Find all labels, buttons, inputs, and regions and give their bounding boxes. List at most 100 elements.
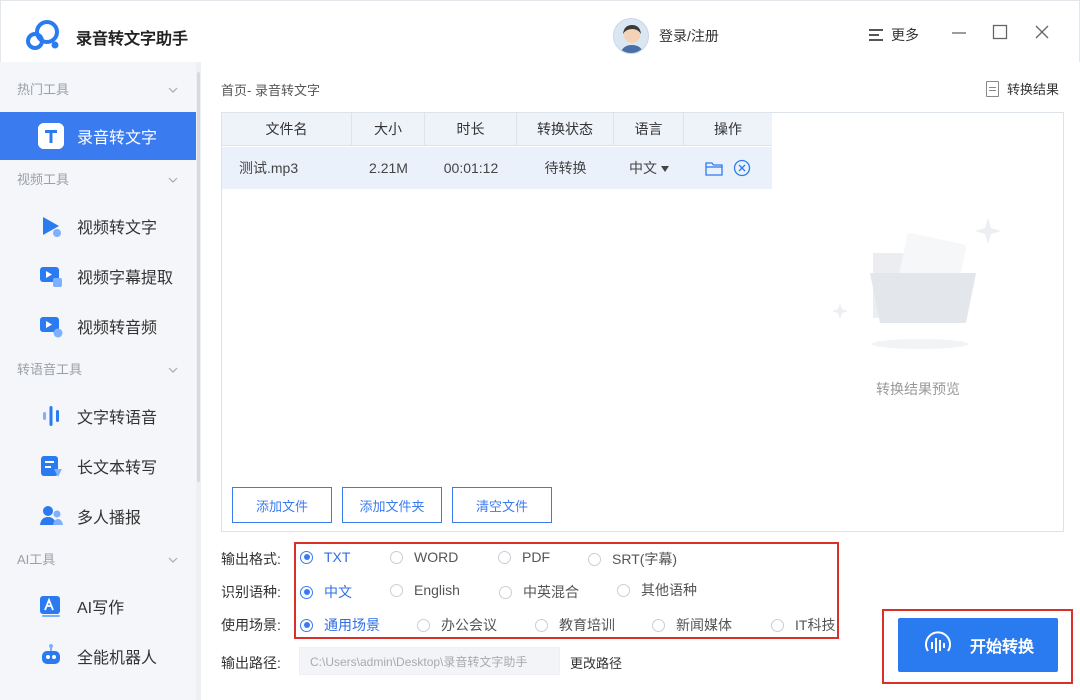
sidebar-item-label: 视频字幕提取 [77,270,174,287]
soundwave-icon [38,403,64,429]
login-label: 登录/注册 [659,28,719,44]
sidebar-item-label: 全能机器人 [77,650,158,667]
language-option-other[interactable]: 其他语种 [617,580,697,600]
sidebar-item-robot[interactable]: 全能机器人 [0,632,196,680]
sidebar-scrollbar[interactable] [197,72,200,482]
column-header-size: 大小 [352,113,425,146]
option-label: PDF [522,549,550,565]
voice-wave-icon [925,631,951,653]
language-option-mixed[interactable]: 中英混合 [499,582,579,602]
radio-icon [499,585,512,599]
table-row[interactable]: 测试.mp3 2.21M 00:01:12 待转换 中文 [222,147,772,189]
option-label: 通用场景 [324,617,380,633]
radio-icon [617,583,630,597]
option-label: 其他语种 [641,582,697,598]
more-menu-button[interactable]: 更多 [869,25,919,45]
add-file-button[interactable]: 添加文件 [232,487,332,523]
title-bar: 录音转文字助手 登录/注册 更多 [0,0,1080,62]
format-option-word[interactable]: WORD [390,549,458,565]
document-icon [986,80,999,97]
maximize-icon[interactable] [991,23,1009,41]
radio-icon [417,618,430,632]
multi-speaker-icon [38,503,64,529]
column-header-actions: 操作 [714,121,742,137]
radio-icon [390,583,403,597]
output-path-label: 输出路径: [221,655,281,671]
language-value: 中文 [629,160,657,176]
option-label: SRT(字幕) [612,551,678,567]
section-label: 转语音工具 [17,362,83,377]
radio-checked-icon [300,550,313,564]
clear-files-button[interactable]: 清空文件 [452,487,552,523]
option-label: 办公会议 [441,617,497,633]
file-name: 测试.mp3 [239,160,299,176]
scene-option-it[interactable]: IT科技 [771,615,835,635]
sidebar: 热门工具 录音转文字 视频工具 视频转文字 视频字幕提取 视频转音频 转语音工具 [0,62,201,700]
option-label: TXT [324,549,351,565]
conversion-result-link[interactable]: 转换结果 [986,79,1059,98]
sidebar-item-label: 视频转音频 [77,320,158,337]
radio-checked-icon [300,585,313,599]
language-option-english[interactable]: English [390,582,460,598]
option-label: 中文 [324,584,352,600]
sidebar-item-label: 视频转文字 [77,220,158,237]
sidebar-item-ai-writing[interactable]: AI写作 [0,582,196,630]
column-header-status: 转换状态 [517,113,614,146]
change-path-button[interactable]: 更改路径 [570,653,622,672]
recognition-language-label: 识别语种: [221,584,281,600]
format-option-pdf[interactable]: PDF [498,549,550,565]
chevron-down-icon [168,557,178,563]
scene-option-news[interactable]: 新闻媒体 [652,615,732,635]
file-duration: 00:01:12 [443,160,499,176]
login-button[interactable]: 登录/注册 [613,18,719,54]
radio-icon [652,618,665,632]
language-option-chinese[interactable]: 中文 [300,582,352,602]
section-ai-tools[interactable]: AI工具 [0,546,196,574]
file-size: 2.21M [369,160,408,176]
language-dropdown[interactable]: 中文 [614,147,684,189]
sidebar-item-subtitle-extract[interactable]: 视频字幕提取 [0,252,196,300]
section-speech-tools[interactable]: 转语音工具 [0,356,196,384]
sidebar-item-long-text[interactable]: 长文本转写 [0,442,196,490]
table-header: 文件名 大小 时长 转换状态 语言 操作 [222,113,772,146]
output-path-field[interactable] [299,647,560,675]
close-icon[interactable] [1033,23,1051,41]
scene-option-general[interactable]: 通用场景 [300,615,380,635]
user-avatar-icon [620,25,644,53]
section-video-tools[interactable]: 视频工具 [0,166,196,194]
app-logo-icon [26,20,59,50]
caret-down-icon [661,166,669,173]
option-label: 中英混合 [523,584,579,600]
radio-icon [390,550,403,564]
start-conversion-button[interactable]: 开始转换 [898,618,1058,672]
breadcrumb: 首页- 录音转文字 [221,83,320,98]
radio-icon [588,552,601,566]
add-folder-button[interactable]: 添加文件夹 [342,487,442,523]
format-option-txt[interactable]: TXT [300,549,350,565]
sidebar-item-multi-speaker[interactable]: 多人播报 [0,492,196,540]
menu-lines-icon [869,29,883,41]
remove-file-icon[interactable] [733,159,751,177]
format-option-srt[interactable]: SRT(字幕) [588,549,677,569]
option-label: English [414,582,460,598]
result-preview-panel: 转换结果预览 [772,112,1064,532]
radio-icon [535,618,548,632]
open-folder-icon[interactable] [705,160,723,176]
sidebar-item-video-to-audio[interactable]: 视频转音频 [0,302,196,350]
scene-option-education[interactable]: 教育培训 [535,615,615,635]
sidebar-item-text-to-speech[interactable]: 文字转语音 [0,392,196,440]
sidebar-item-audio-to-text[interactable]: 录音转文字 [0,112,196,160]
section-hot-tools[interactable]: 热门工具 [0,76,196,104]
video-audio-icon [38,313,64,339]
chevron-down-icon [168,87,178,93]
sidebar-item-video-to-text[interactable]: 视频转文字 [0,202,196,250]
minimize-icon[interactable] [950,23,968,41]
sidebar-item-label: 长文本转写 [77,460,158,477]
usage-scene-label: 使用场景: [221,617,281,633]
file-status: 待转换 [544,160,587,176]
empty-folder-illustration-icon [832,218,1001,349]
scene-option-meeting[interactable]: 办公会议 [417,615,497,635]
radio-icon [771,618,784,632]
sidebar-item-label: 文字转语音 [77,410,158,427]
section-label: 热门工具 [17,82,70,97]
